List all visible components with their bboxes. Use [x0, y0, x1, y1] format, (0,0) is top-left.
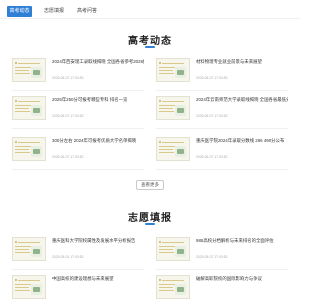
title-underline: [145, 223, 155, 225]
fill-thumbnail: [12, 275, 46, 299]
section-title-volunteer-fill: 志愿填报: [128, 213, 172, 224]
fill-item[interactable]: 重庆医科大学院校属性及发展水平分析报告 2025-05-01 17:03:52: [12, 237, 144, 273]
section-title-news: 高考动态: [128, 36, 172, 47]
news-item-date: 2025-06-07 17:03:52: [52, 155, 84, 159]
news-item[interactable]: 2024年西安理工录取线揭晓 全国各省参考2026招生 2025-06-07 1…: [12, 58, 144, 94]
tab-news[interactable]: 高考动态: [7, 6, 32, 17]
fill-item-date: 2025-05-07 17:03:52: [196, 255, 228, 259]
news-thumbnail: [156, 58, 190, 82]
news-item-title[interactable]: 2024年西安理工录取线揭晓 全国各省参考2026招生: [52, 59, 144, 65]
news-item-date: 2025-06-07 17:03:52: [196, 76, 228, 80]
news-item-title[interactable]: 300分左右 2024年可报考优质大学名单揭晓: [52, 138, 144, 144]
divider: [156, 169, 288, 170]
news-item[interactable]: 重庆医学院2024年录取分数线 266 490分公布 2025-06-07 17…: [156, 137, 288, 173]
fill-thumbnail: [156, 275, 190, 299]
fill-item-date: 2025-05-01 17:03:52: [52, 255, 84, 259]
divider: [12, 128, 144, 129]
news-thumbnail: [12, 96, 46, 120]
news-item-date: 2025-06-07 17:03:52: [196, 114, 228, 118]
fill-item-title[interactable]: 985高校分档解析与未来排名的全面评估: [196, 238, 288, 244]
divider: [12, 269, 144, 270]
divider: [156, 269, 288, 270]
fill-item-title[interactable]: 中国高校的建设理想与未来展望: [52, 276, 144, 282]
news-thumbnail: [156, 137, 190, 161]
news-item-title[interactable]: 重庆医学院2024年录取分数线 266 490分公布: [196, 138, 288, 144]
fill-item-title[interactable]: 破解高职院校的国际影响力与争议: [196, 276, 288, 282]
divider: [156, 128, 288, 129]
fill-item[interactable]: 985高校分档解析与未来排名的全面评估 2025-05-07 17:03:52: [156, 237, 288, 273]
divider: [12, 90, 144, 91]
news-item-date: 2025-06-07 17:03:52: [196, 155, 228, 159]
news-item-date: 2025-06-07 17:03:52: [52, 76, 84, 80]
fill-thumbnail: [12, 237, 46, 261]
news-item[interactable]: 300分左右 2024年可报考优质大学名单揭晓 2025-06-07 17:03…: [12, 137, 144, 173]
news-item-date: 2025-06-07 17:03:52: [52, 114, 84, 118]
news-item-title[interactable]: 2026年250分可报考哪些专科 排名一览: [52, 97, 144, 103]
news-item[interactable]: 2026年250分可报考哪些专科 排名一览 2025-06-07 17:03:5…: [12, 96, 144, 132]
news-thumbnail: [156, 96, 190, 120]
tab-qa[interactable]: 高考问答: [75, 6, 99, 17]
news-item[interactable]: 材料物理专业就业前景与未来展望 2025-06-07 17:03:52: [156, 58, 288, 94]
title-underline: [145, 46, 155, 48]
news-thumbnail: [12, 58, 46, 82]
divider: [156, 90, 288, 91]
fill-thumbnail: [156, 237, 190, 261]
view-more-button[interactable]: 查看更多: [136, 180, 164, 190]
news-item-title[interactable]: 2024年云南师范大学录取线揭晓 全国各省最低分一览: [196, 97, 288, 103]
news-item[interactable]: 2024年云南师范大学录取线揭晓 全国各省最低分一览 2025-06-07 17…: [156, 96, 288, 132]
divider: [12, 169, 144, 170]
top-nav: 高考动态 志愿填报 高考问答: [0, 0, 300, 19]
news-thumbnail: [12, 137, 46, 161]
tab-volunteer-fill[interactable]: 志愿填报: [42, 6, 66, 17]
fill-item-title[interactable]: 重庆医科大学院校属性及发展水平分析报告: [52, 238, 144, 244]
fill-item[interactable]: 中国高校的建设理想与未来展望: [12, 275, 144, 300]
fill-item[interactable]: 破解高职院校的国际影响力与争议: [156, 275, 288, 300]
news-item-title[interactable]: 材料物理专业就业前景与未来展望: [196, 59, 288, 65]
